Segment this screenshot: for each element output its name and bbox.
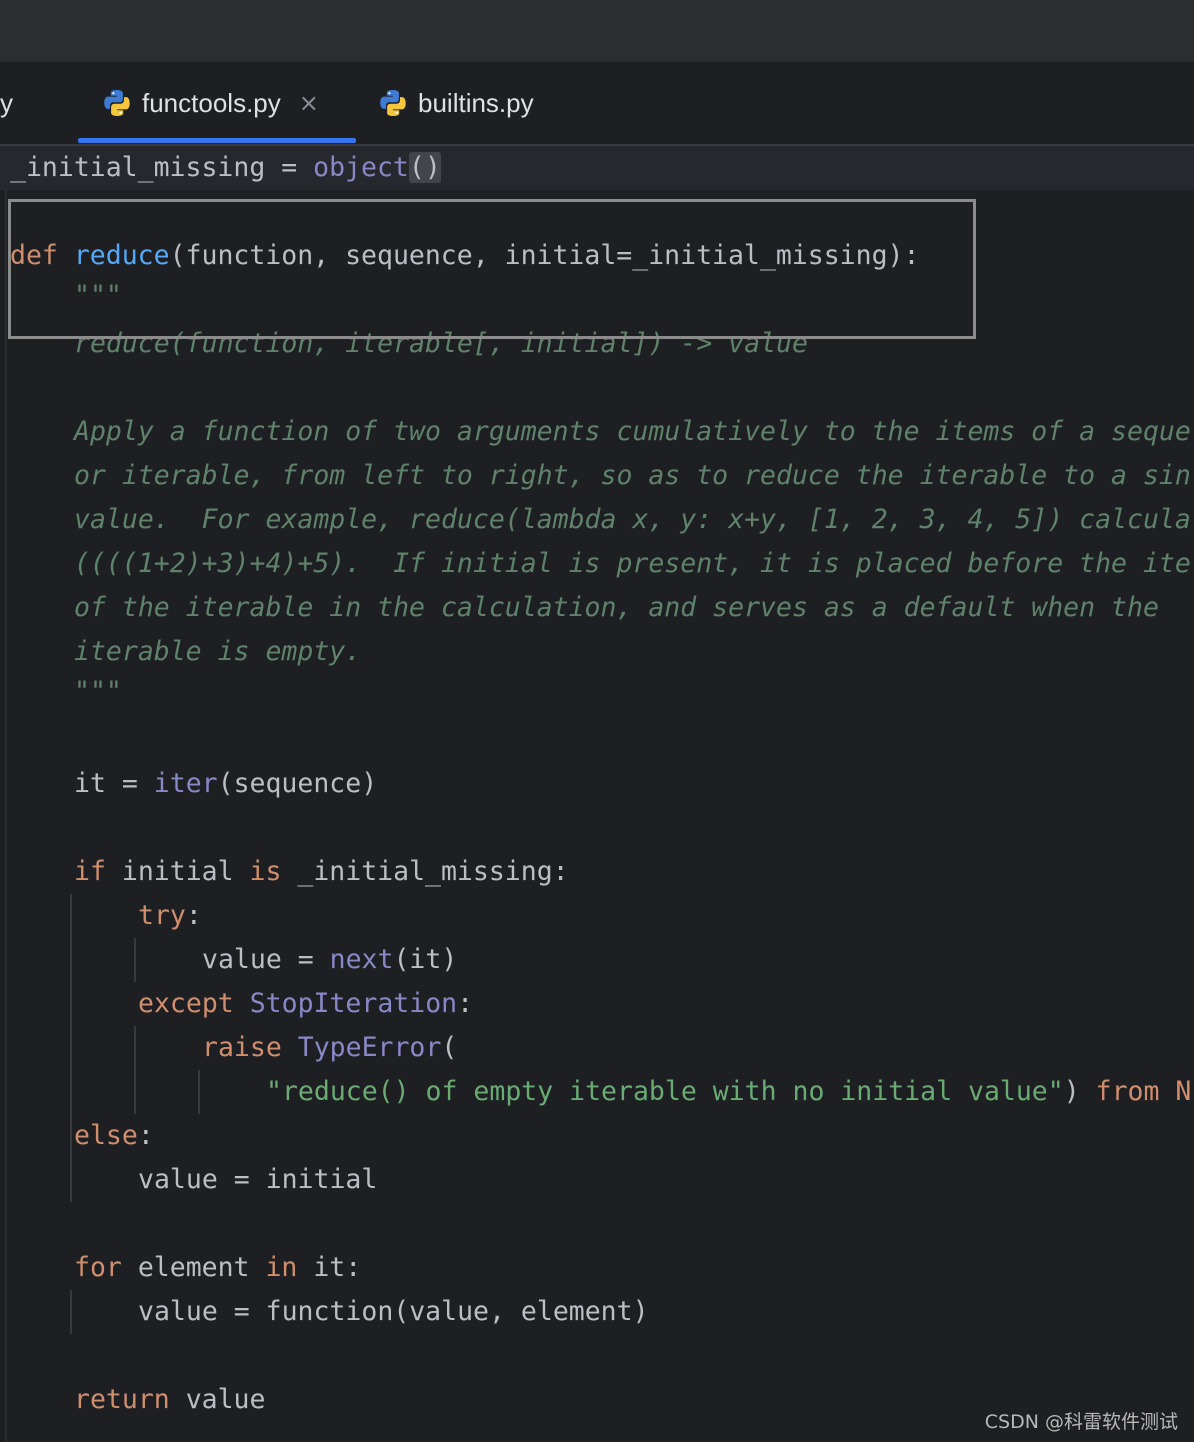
tab-partial-label: y bbox=[0, 87, 13, 118]
indent-guide bbox=[134, 938, 136, 982]
code-text: element bbox=[121, 1252, 266, 1283]
keyword: raise bbox=[202, 1032, 282, 1063]
code-text: : bbox=[185, 900, 202, 931]
code-line: else: bbox=[74, 1114, 154, 1158]
close-icon[interactable]: × bbox=[299, 89, 319, 117]
gutter-divider bbox=[5, 146, 7, 1442]
code-text: (it) bbox=[393, 944, 458, 975]
tab-functools-label: functools.py bbox=[142, 87, 281, 118]
code-text: : bbox=[137, 1120, 154, 1151]
code-text: it: bbox=[297, 1252, 362, 1283]
code-text: ( bbox=[441, 1032, 458, 1063]
code-line: _initial_missing = object() bbox=[10, 146, 441, 190]
builtin-exception: StopIteration bbox=[249, 988, 458, 1019]
window-title-bar bbox=[0, 0, 1194, 62]
keyword: from bbox=[1095, 1076, 1160, 1107]
code-text-cut: N bbox=[1159, 1076, 1192, 1107]
code-text: : bbox=[457, 988, 474, 1019]
builtin-object: object bbox=[313, 152, 409, 183]
watermark: CSDN @科雷软件测试 bbox=[984, 1411, 1178, 1433]
code-line: value = initial bbox=[138, 1164, 378, 1195]
docstring-line: value. For example, reduce(lambda x, y: … bbox=[74, 504, 1191, 535]
python-file-icon bbox=[104, 90, 130, 116]
code-line: value = next(it) bbox=[202, 938, 457, 982]
docstring-line: Apply a function of two arguments cumula… bbox=[74, 416, 1191, 447]
code-line: except StopIteration: bbox=[138, 982, 473, 1026]
keyword: is bbox=[249, 856, 282, 887]
code-text: _initial_missing: bbox=[281, 856, 569, 887]
code-line: raise TypeError( bbox=[202, 1026, 457, 1070]
tab-builtins[interactable]: builtins.py bbox=[378, 62, 534, 144]
string-literal: "reduce() of empty iterable with no init… bbox=[266, 1076, 1064, 1107]
tab-partial[interactable]: y bbox=[0, 62, 13, 144]
indent-guide bbox=[134, 1026, 136, 1114]
docstring-line: """ bbox=[74, 676, 122, 707]
code-line: try: bbox=[138, 894, 202, 938]
tab-functools[interactable]: functools.py × bbox=[102, 62, 319, 144]
indent-guide bbox=[198, 1070, 200, 1114]
code-line: "reduce() of empty iterable with no init… bbox=[266, 1070, 1191, 1114]
builtin-exception: TypeError bbox=[297, 1032, 442, 1063]
docstring-line: of the iterable in the calculation, and … bbox=[74, 592, 1159, 623]
indent-guide bbox=[70, 894, 72, 1162]
docstring-line: ((((1+2)+3)+4)+5). If initial is present… bbox=[74, 548, 1191, 579]
code-text: it = bbox=[74, 768, 154, 799]
keyword: except bbox=[138, 988, 234, 1019]
indent-guide bbox=[70, 1290, 72, 1334]
active-tab-indicator bbox=[78, 138, 356, 143]
code-line: it = iter(sequence) bbox=[74, 762, 377, 806]
code-editor[interactable]: _initial_missing = object() def reduce(f… bbox=[0, 146, 1194, 1442]
code-text: value bbox=[169, 1384, 266, 1415]
docstring-line: iterable is empty. bbox=[74, 636, 362, 667]
indent-guide bbox=[70, 1158, 72, 1202]
tab-builtins-label: builtins.py bbox=[418, 87, 534, 118]
keyword: in bbox=[265, 1252, 298, 1283]
keyword: try bbox=[138, 900, 186, 931]
code-line: return value bbox=[74, 1378, 265, 1422]
code-text: _initial_missing = bbox=[10, 152, 314, 183]
code-text: value = bbox=[202, 944, 330, 975]
matched-parens: () bbox=[408, 152, 441, 183]
python-file-icon bbox=[380, 90, 406, 116]
keyword: else bbox=[74, 1120, 138, 1151]
code-text: ) bbox=[1063, 1076, 1096, 1107]
code-line: for element in it: bbox=[74, 1246, 361, 1290]
annotation-highlight-box bbox=[8, 199, 976, 339]
code-line: value = function(value, element) bbox=[138, 1296, 649, 1327]
builtin-iter: iter bbox=[153, 768, 218, 799]
keyword: for bbox=[74, 1252, 122, 1283]
keyword: if bbox=[74, 856, 106, 887]
code-text: initial bbox=[105, 856, 250, 887]
code-line: if initial is _initial_missing: bbox=[74, 850, 569, 894]
code-text: (sequence) bbox=[217, 768, 378, 799]
keyword: return bbox=[74, 1384, 170, 1415]
editor-tab-bar: y functools.py × builtins.py bbox=[0, 62, 1194, 146]
docstring-line: or iterable, from left to right, so as t… bbox=[74, 460, 1191, 491]
builtin-next: next bbox=[329, 944, 394, 975]
